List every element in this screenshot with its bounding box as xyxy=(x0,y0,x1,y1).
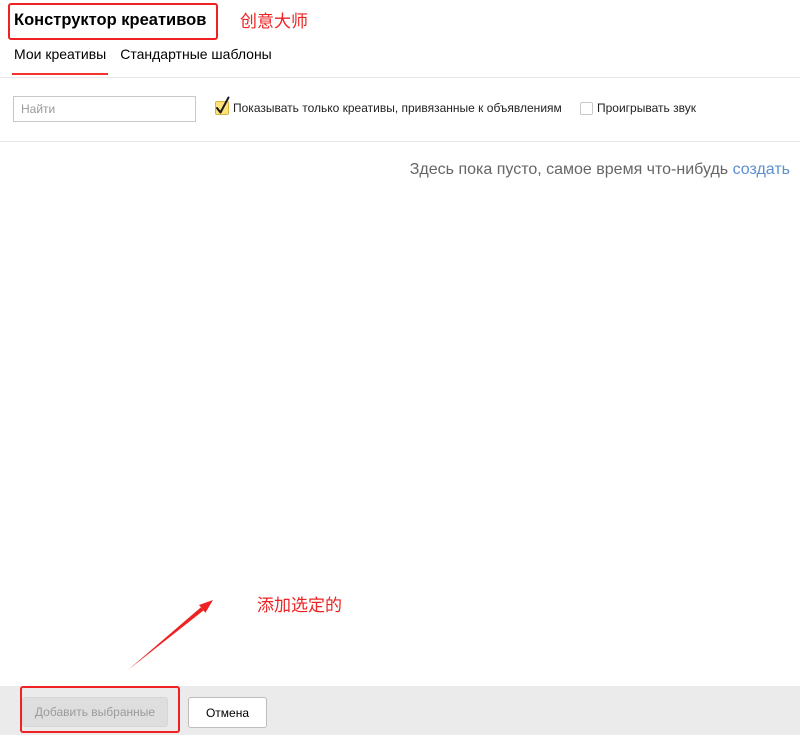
linked-only-checkbox-box[interactable] xyxy=(215,96,230,115)
search-input[interactable] xyxy=(13,96,196,122)
check-icon xyxy=(216,96,230,114)
tab-standard-templates[interactable]: Стандартные шаблоны xyxy=(118,45,274,75)
tab-bar: Мои креативы Стандартные шаблоны xyxy=(12,45,274,75)
annotation-label-title: 创意大师 xyxy=(240,12,308,32)
annotation-arrow-head xyxy=(199,600,213,613)
linked-only-checkbox[interactable]: Показывать только креативы, привязанные … xyxy=(215,96,562,116)
tab-my-creatives[interactable]: Мои креативы xyxy=(12,45,109,75)
footer-bar: Добавить выбранные Отмена xyxy=(0,686,800,735)
add-selected-button[interactable]: Добавить выбранные xyxy=(22,697,168,727)
linked-only-label: Показывать только креативы, привязанные … xyxy=(233,101,562,115)
page-title: Конструктор креативов xyxy=(14,11,207,29)
empty-state-message: Здесь пока пусто, самое время что-нибудь xyxy=(409,161,729,178)
annotation-label-add-selected: 添加选定的 xyxy=(257,596,342,616)
divider xyxy=(0,141,800,142)
play-sound-label: Проигрывать звук xyxy=(597,101,696,115)
divider xyxy=(0,77,800,78)
empty-state: Здесь пока пусто, самое время что-нибудь… xyxy=(410,160,790,180)
play-sound-checkbox-box[interactable] xyxy=(580,101,593,115)
cancel-button[interactable]: Отмена xyxy=(188,697,267,728)
play-sound-checkbox[interactable]: Проигрывать звук xyxy=(580,100,696,116)
annotation-arrow-shaft xyxy=(128,607,204,670)
create-link[interactable]: создать xyxy=(733,161,790,178)
annotation-arrow xyxy=(128,600,213,670)
